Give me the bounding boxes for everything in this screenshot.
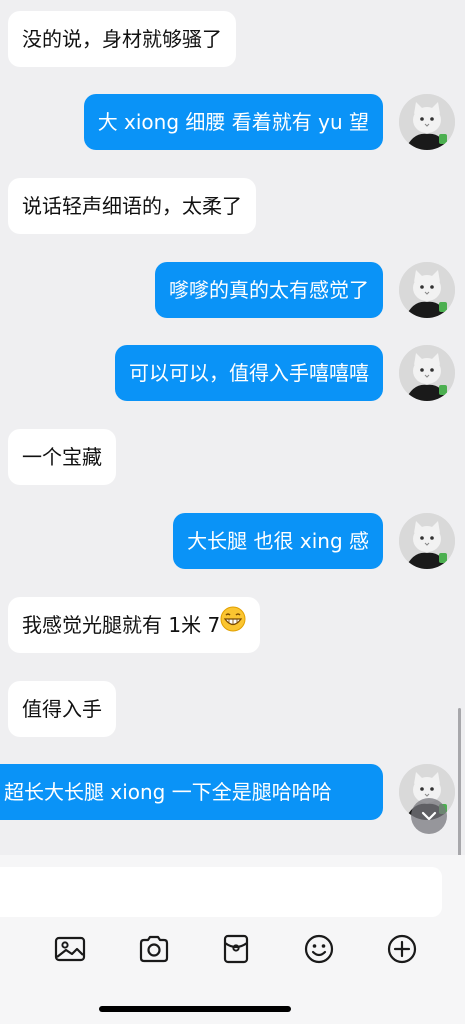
camera-button[interactable] xyxy=(134,929,174,969)
message-text: 值得入手 xyxy=(22,697,102,721)
avatar[interactable] xyxy=(399,262,455,318)
plus-icon xyxy=(387,934,417,964)
avatar[interactable] xyxy=(399,345,455,401)
more-button[interactable] xyxy=(382,929,422,969)
message-bubble-outgoing[interactable]: 大 xiong 细腰 看着就有 yu 望 xyxy=(83,94,383,150)
message-text: 可以可以，值得入手嘻嘻嘻 xyxy=(129,361,369,385)
message-bubble-incoming[interactable]: 我感觉光腿就有 1米 7 xyxy=(8,597,261,653)
message-bubble-outgoing[interactable]: 大长腿 也很 xing 感 xyxy=(173,513,383,569)
message-bubble-incoming[interactable]: 一个宝藏 xyxy=(8,429,116,485)
camera-icon xyxy=(139,935,169,963)
message-text: 嗲嗲的真的太有感觉了 xyxy=(169,278,369,302)
cat-avatar-icon xyxy=(399,345,455,401)
message-text: 大长腿 也很 xing 感 xyxy=(187,529,369,553)
grinning-face-emoji-icon xyxy=(220,597,246,653)
message-text: 超长大长腿 xiong 一下全是腿哈哈哈 xyxy=(4,780,332,804)
cat-avatar-icon xyxy=(399,262,455,318)
scrollbar[interactable] xyxy=(458,708,461,855)
message-text: 一个宝藏 xyxy=(22,445,102,469)
message-text: 我感觉光腿就有 1米 7 xyxy=(22,613,221,637)
emoji-button[interactable] xyxy=(299,929,339,969)
cat-avatar-icon xyxy=(399,94,455,150)
home-indicator[interactable] xyxy=(99,1006,291,1012)
red-packet-button[interactable] xyxy=(216,929,256,969)
message-bubble-outgoing[interactable]: 可以可以，值得入手嘻嘻嘻 xyxy=(115,345,383,401)
message-bubble-outgoing[interactable]: 超长大长腿 xiong 一下全是腿哈哈哈 xyxy=(0,764,383,820)
avatar[interactable] xyxy=(399,94,455,150)
scroll-to-bottom-button[interactable] xyxy=(411,798,447,834)
red-packet-icon xyxy=(223,934,249,964)
chevron-down-icon xyxy=(421,811,437,821)
image-button[interactable] xyxy=(50,929,90,969)
message-text: 大 xiong 细腰 看着就有 yu 望 xyxy=(97,110,369,134)
input-area xyxy=(0,855,465,1024)
message-bubble-incoming[interactable]: 没的说，身材就够骚了 xyxy=(8,11,236,67)
emoji-icon xyxy=(304,934,334,964)
avatar[interactable] xyxy=(399,513,455,569)
chat-message-list[interactable]: 没的说，身材就够骚了 大 xiong 细腰 看着就有 yu 望 说话轻声细语的，… xyxy=(0,0,465,855)
cat-avatar-icon xyxy=(399,513,455,569)
message-bubble-outgoing[interactable]: 嗲嗲的真的太有感觉了 xyxy=(155,262,383,318)
image-icon xyxy=(54,936,86,962)
message-text: 说话轻声细语的，太柔了 xyxy=(22,194,242,218)
message-bubble-incoming[interactable]: 说话轻声细语的，太柔了 xyxy=(8,178,256,234)
message-input[interactable] xyxy=(0,867,442,917)
message-text: 没的说，身材就够骚了 xyxy=(22,27,222,51)
message-bubble-incoming[interactable]: 值得入手 xyxy=(8,681,116,737)
